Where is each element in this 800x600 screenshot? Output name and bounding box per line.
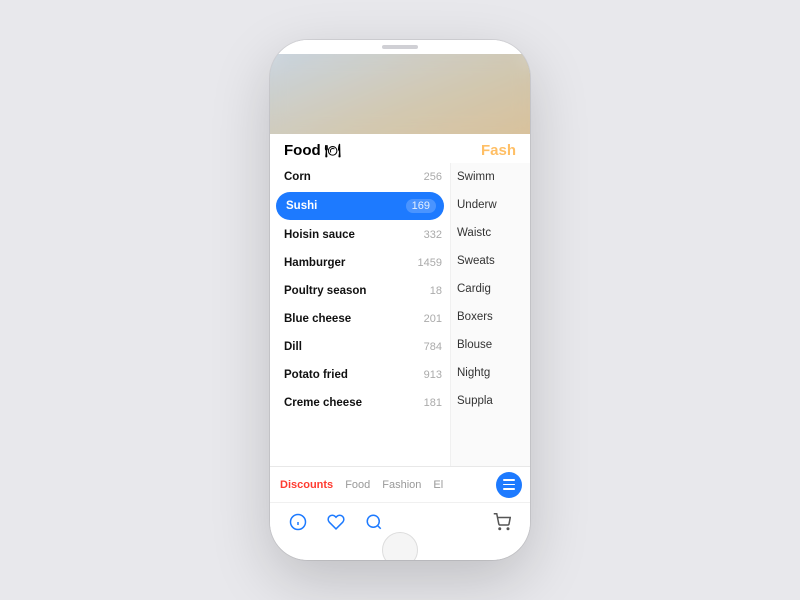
phone-top [270, 40, 530, 54]
heart-icon[interactable] [326, 512, 346, 532]
food-item-count: 256 [424, 171, 442, 183]
food-item-count: 784 [424, 341, 442, 353]
home-indicator [270, 540, 530, 560]
food-item-name: Hamburger [284, 257, 345, 269]
food-item-name: Hoisin sauce [284, 229, 355, 241]
food-tab-label: Food [284, 142, 321, 159]
fashion-list-item[interactable]: Waistc [451, 219, 530, 247]
speaker [382, 45, 418, 49]
food-list-item[interactable]: Hoisin sauce 332 [270, 221, 450, 249]
food-item-count: 169 [406, 199, 436, 213]
food-item-count: 332 [424, 229, 442, 241]
food-list-item[interactable]: Creme cheese 181 [270, 389, 450, 417]
bottom-tab-el[interactable]: El [433, 479, 443, 491]
fashion-tab-label: Fash [481, 142, 516, 159]
menu-button[interactable] [496, 472, 522, 498]
food-item-count: 181 [424, 397, 442, 409]
tab-food[interactable]: Food 🍽 [284, 142, 341, 159]
food-list: Corn 256 Sushi 169 Hoisin sauce 332 Hamburger 1… [270, 163, 450, 466]
main-content: Corn 256 Sushi 169 Hoisin sauce 332 Hamburger 1… [270, 163, 530, 466]
fashion-list-item[interactable]: Sweats [451, 247, 530, 275]
food-list-item[interactable]: Dill 784 [270, 333, 450, 361]
fashion-item-name: Nightg [457, 367, 490, 379]
fashion-list-item[interactable]: Underw [451, 191, 530, 219]
food-item-name: Creme cheese [284, 397, 362, 409]
fashion-item-name: Blouse [457, 339, 492, 351]
fashion-list-item[interactable]: Cardig [451, 275, 530, 303]
bottom-tab-food[interactable]: Food [345, 479, 370, 491]
fashion-list: Swimm Underw Waistc Sweats Cardig Boxers Blous… [450, 163, 530, 466]
food-item-name: Blue cheese [284, 313, 351, 325]
food-item-name: Potato fried [284, 369, 348, 381]
food-list-item[interactable]: Potato fried 913 [270, 361, 450, 389]
home-button[interactable] [382, 532, 418, 560]
food-tab-icon: 🍽 [325, 143, 342, 159]
fashion-list-item[interactable]: Blouse [451, 331, 530, 359]
tab-fashion[interactable]: Fash [481, 142, 516, 159]
fashion-item-name: Swimm [457, 171, 495, 183]
fashion-item-name: Suppla [457, 395, 493, 407]
hero-blur-overlay [270, 54, 530, 134]
food-list-item[interactable]: Poultry season 18 [270, 277, 450, 305]
fashion-list-item[interactable]: Nightg [451, 359, 530, 387]
action-icons-left [288, 512, 384, 532]
food-item-count: 1459 [418, 257, 442, 269]
bottom-tab-fashion[interactable]: Fashion [382, 479, 421, 491]
cart-icon[interactable] [492, 512, 512, 532]
bottom-tab-discounts[interactable]: Discounts [280, 479, 333, 491]
food-item-count: 913 [424, 369, 442, 381]
fashion-item-name: Cardig [457, 283, 491, 295]
food-item-name: Sushi [286, 200, 317, 212]
info-icon[interactable] [288, 512, 308, 532]
menu-icon [503, 479, 515, 490]
food-list-item[interactable]: Corn 256 [270, 163, 450, 191]
fashion-item-name: Sweats [457, 255, 495, 267]
fashion-list-item[interactable]: Swimm [451, 163, 530, 191]
search-icon[interactable] [364, 512, 384, 532]
food-list-item[interactable]: Sushi 169 [276, 192, 444, 220]
hero-image [270, 54, 530, 134]
food-item-name: Poultry season [284, 285, 366, 297]
fashion-list-item[interactable]: Suppla [451, 387, 530, 415]
food-item-count: 201 [424, 313, 442, 325]
food-list-item[interactable]: Blue cheese 201 [270, 305, 450, 333]
fashion-item-name: Underw [457, 199, 497, 211]
phone-shell: Food 🍽 Fash Corn 256 Sushi 169 Hoisin sauce 3… [270, 40, 530, 560]
bottom-tabs: Discounts Food Fashion El [270, 466, 530, 502]
fashion-item-name: Waistc [457, 227, 491, 239]
fashion-list-item[interactable]: Boxers [451, 303, 530, 331]
category-tabs: Food 🍽 Fash [270, 134, 530, 163]
food-item-name: Dill [284, 341, 302, 353]
food-item-count: 18 [430, 285, 442, 297]
food-list-item[interactable]: Hamburger 1459 [270, 249, 450, 277]
food-item-name: Corn [284, 171, 311, 183]
fashion-item-name: Boxers [457, 311, 493, 323]
